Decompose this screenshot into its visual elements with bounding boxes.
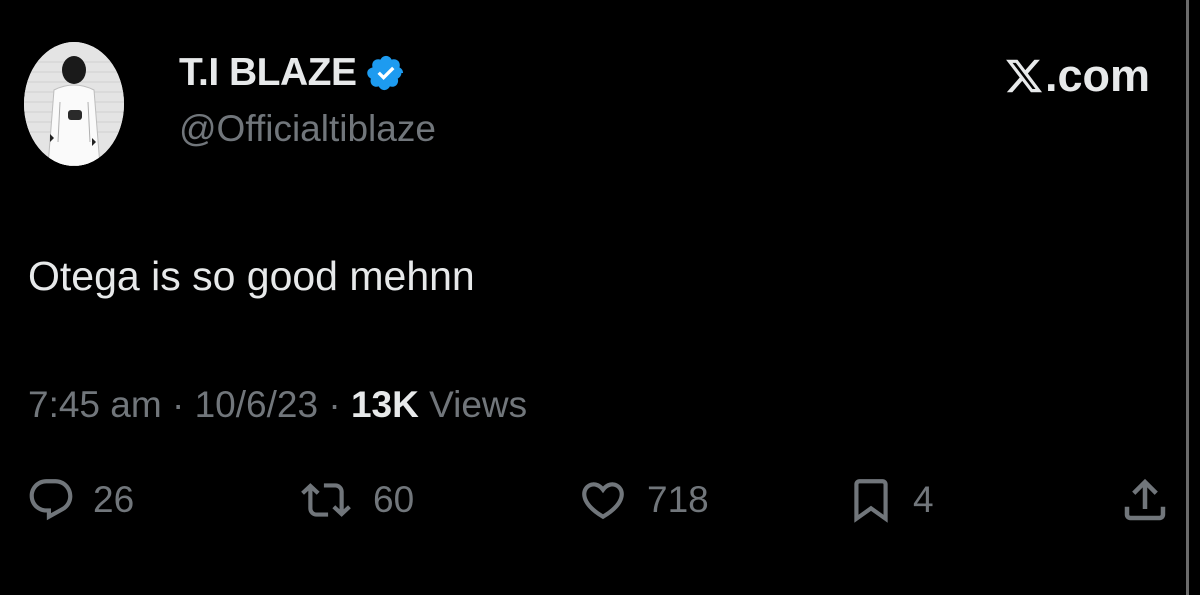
reply-count: 26 — [93, 479, 135, 520]
heart-icon — [576, 475, 630, 525]
share-icon — [1118, 473, 1172, 527]
x-logo-icon — [1003, 56, 1045, 96]
bookmark-count: 4 — [913, 479, 934, 520]
tweet-date[interactable]: 10/6/23 — [195, 384, 318, 425]
brand-suffix: .com — [1044, 50, 1150, 101]
tweet-time[interactable]: 7:45 am — [28, 384, 162, 425]
action-bar: 26 60 718 4 — [0, 470, 1186, 530]
brand-logo: .com — [1003, 50, 1150, 102]
like-count: 718 — [647, 479, 709, 520]
reply-button[interactable]: 26 — [26, 470, 134, 530]
views-label: Views — [429, 384, 528, 425]
verified-badge-icon — [366, 53, 406, 93]
avatar[interactable] — [24, 42, 124, 166]
tweet-text: Otega is so good mehnn — [28, 253, 475, 299]
retweet-count: 60 — [373, 479, 415, 520]
right-edge-divider — [1186, 0, 1189, 595]
bookmark-icon — [846, 475, 896, 525]
tweet-meta: 7:45 am · 10/6/23 · 13K Views — [28, 382, 527, 428]
views-count: 13K — [350, 384, 419, 425]
author-handle[interactable]: @Officialtiblaze — [179, 106, 436, 152]
share-button[interactable] — [1118, 470, 1172, 530]
profile-photo — [24, 42, 124, 166]
bookmark-button[interactable]: 4 — [846, 470, 934, 530]
reply-icon — [26, 475, 76, 525]
like-button[interactable]: 718 — [576, 470, 709, 530]
meta-separator: · — [171, 384, 185, 425]
meta-separator: · — [328, 384, 341, 425]
retweet-icon — [296, 475, 356, 525]
display-name[interactable]: T.I BLAZE — [179, 48, 357, 98]
retweet-button[interactable]: 60 — [296, 470, 414, 530]
author-name-row[interactable]: T.I BLAZE — [179, 48, 406, 98]
